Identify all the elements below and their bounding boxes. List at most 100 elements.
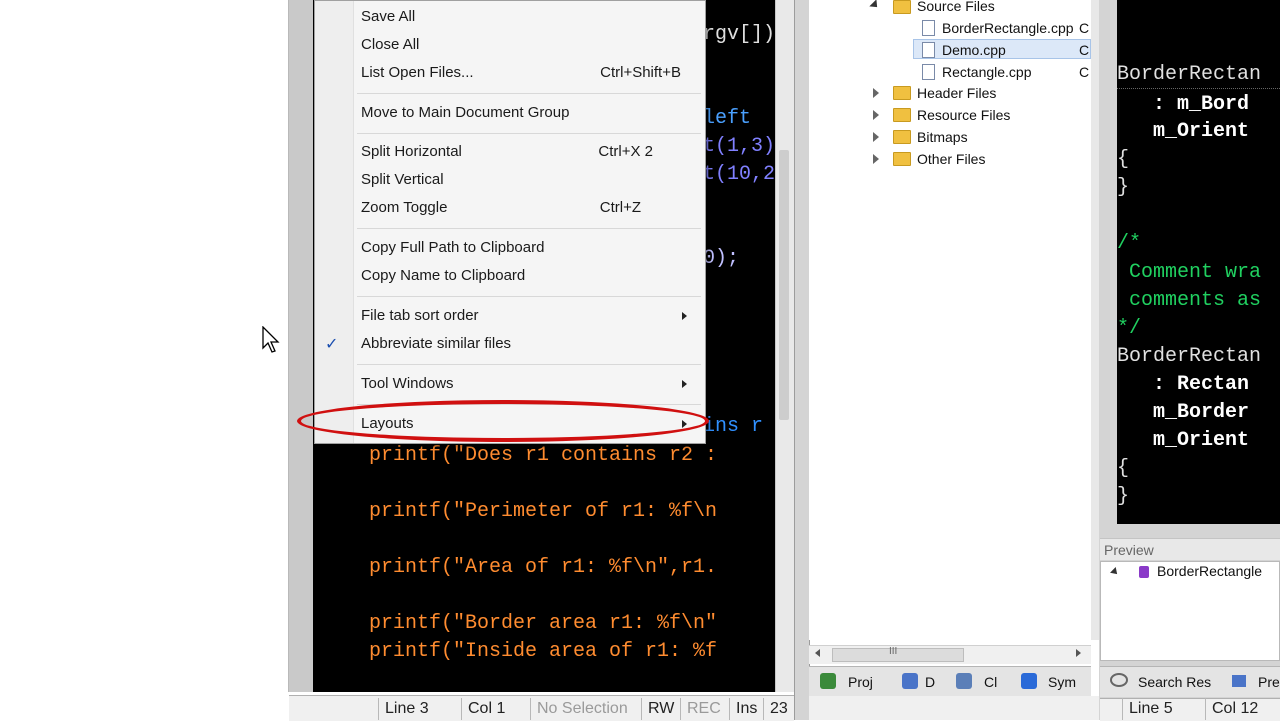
expanded-arrow-icon[interactable] [1110, 567, 1120, 577]
code-line: BorderRectan [1117, 63, 1262, 86]
folder-icon [893, 152, 911, 166]
code-line: Comment wra [1117, 261, 1262, 284]
scroll-right-icon[interactable] [1076, 649, 1081, 657]
menu-separator [357, 364, 701, 365]
code-line: { [1117, 148, 1130, 171]
status-ins: Ins [729, 698, 763, 720]
menu-shortcut: Ctrl+Z [599, 199, 641, 216]
scrollbar-thumb[interactable] [779, 150, 789, 420]
symbol-cube-icon [1021, 673, 1037, 689]
menu-item-split-horizontal[interactable]: Split Horizontal [361, 141, 462, 163]
code-line: printf("Perimeter of r1: %f\n [369, 500, 718, 523]
folder-icon [893, 86, 911, 100]
left-panel [0, 0, 289, 692]
menu-item-list-open-files[interactable]: List Open Files... [361, 62, 474, 84]
folder-icon [893, 108, 911, 122]
tree-item-bitmaps[interactable]: Bitmaps [917, 127, 968, 147]
scrollbar-thumb[interactable]: III [832, 646, 964, 662]
preview-item[interactable]: BorderRectangle [1157, 563, 1262, 579]
tree-item-file-suffix: C [1079, 20, 1090, 36]
code-line: printf("Border area r1: %f\n" [369, 612, 718, 635]
tree-item-resource-files[interactable]: Resource Files [917, 105, 1010, 125]
menu-item-copy-full-path[interactable]: Copy Full Path to Clipboard [361, 237, 544, 259]
code-line: } [1117, 485, 1130, 508]
collapsed-arrow-icon[interactable] [873, 88, 879, 98]
folder-icon [893, 130, 911, 144]
tree-item-header-files[interactable]: Header Files [917, 83, 996, 103]
code-line: m_Orient [1117, 120, 1250, 143]
search-icon [1110, 673, 1128, 687]
tab-classes[interactable]: Cl [984, 670, 997, 694]
menu-separator [357, 133, 701, 134]
tab-documents[interactable]: D [925, 670, 935, 694]
menu-shortcut: Ctrl+X 2 [598, 143, 653, 160]
document-icon [902, 673, 918, 689]
class-icon [1139, 566, 1149, 578]
tree-item-file[interactable]: Rectangle.cpp [942, 62, 1032, 82]
tab-preview[interactable]: Pre [1258, 670, 1280, 694]
code-line: printf("Area of r1: %f\n",r1. [369, 556, 718, 579]
code-line: m_Border [1117, 401, 1250, 424]
code-line: t(10,2 [703, 163, 775, 186]
menu-item-copy-name[interactable]: Copy Name to Clipboard [361, 265, 525, 287]
preview-icon [1232, 675, 1246, 687]
menu-item-file-tab-sort-order[interactable]: File tab sort order [361, 305, 479, 327]
code-line: { [1117, 457, 1130, 480]
menu-separator [357, 93, 701, 94]
project-tree: Source Files BorderRectangle.cpp C Demo.… [809, 0, 1091, 640]
menu-item-close-all[interactable]: Close All [361, 34, 419, 56]
scrollbar-grip: III [889, 646, 898, 657]
code-line: : Rectan [1117, 373, 1250, 396]
status-selection: No Selection [530, 698, 640, 720]
context-menu: Save All Close All List Open Files... Ct… [314, 0, 706, 444]
code-line: printf("Does r1 contains r2 : [369, 444, 718, 467]
tree-vertical-scrollbar[interactable] [1091, 0, 1099, 640]
collapsed-arrow-icon[interactable] [873, 132, 879, 142]
cpp-file-icon [922, 42, 935, 58]
tree-item-other-files[interactable]: Other Files [917, 149, 985, 169]
tree-item-file[interactable]: Demo.cpp [942, 40, 1006, 60]
tab-symbols[interactable]: Sym [1048, 670, 1076, 694]
menu-item-tool-windows[interactable]: Tool Windows [361, 373, 454, 395]
menu-shortcut: Ctrl+Shift+B [600, 64, 681, 81]
scroll-left-icon[interactable] [815, 649, 820, 657]
cpp-file-icon [922, 20, 935, 36]
red-highlight-ellipse [297, 400, 709, 442]
status-rw: RW [641, 698, 679, 720]
tab-search-results[interactable]: Search Res [1138, 670, 1211, 694]
menu-item-split-vertical[interactable]: Split Vertical [361, 169, 444, 191]
menu-item-move-to-main-group[interactable]: Move to Main Document Group [361, 102, 569, 124]
status-line: Line 3 [378, 698, 460, 720]
code-line: } [1117, 176, 1130, 199]
code-line: 0); [703, 247, 740, 270]
menu-separator [357, 228, 701, 229]
pane-splitter[interactable] [794, 0, 810, 720]
menu-item-save-all[interactable]: Save All [361, 6, 415, 28]
status-col: Col 1 [461, 698, 529, 720]
status-line: Line 5 [1122, 698, 1204, 720]
collapsed-arrow-icon[interactable] [873, 110, 879, 120]
cpp-file-icon [922, 64, 935, 80]
class-icon [956, 673, 972, 689]
tree-item-file[interactable]: BorderRectangle.cpp [942, 18, 1074, 38]
tree-item-file-suffix: C [1079, 42, 1090, 58]
tab-project[interactable]: Proj [848, 670, 873, 694]
collapsed-arrow-icon[interactable] [873, 154, 879, 164]
preview-panel: BorderRectangle [1100, 561, 1280, 661]
tree-item-source-files[interactable]: Source Files [917, 0, 995, 16]
checkmark-icon: ✓ [325, 336, 339, 353]
menu-item-zoom-toggle[interactable]: Zoom Toggle [361, 197, 447, 219]
editor-gutter [289, 0, 313, 692]
code-divider [1117, 88, 1280, 89]
menu-item-abbreviate-similar-files[interactable]: Abbreviate similar files [361, 333, 511, 355]
code-line: ins r [703, 415, 764, 438]
code-line: comments as [1117, 289, 1262, 312]
menu-separator [357, 296, 701, 297]
code-editor-right[interactable]: BorderRectan : m_Bord m_Orient { } /* Co… [1117, 0, 1280, 524]
folder-icon [893, 0, 911, 14]
mouse-cursor-icon [262, 326, 280, 353]
expanded-arrow-icon[interactable] [869, 0, 881, 11]
project-icon [820, 673, 836, 689]
status-col: Col 12 [1205, 698, 1280, 720]
code-line: rgv[]) [703, 23, 775, 46]
